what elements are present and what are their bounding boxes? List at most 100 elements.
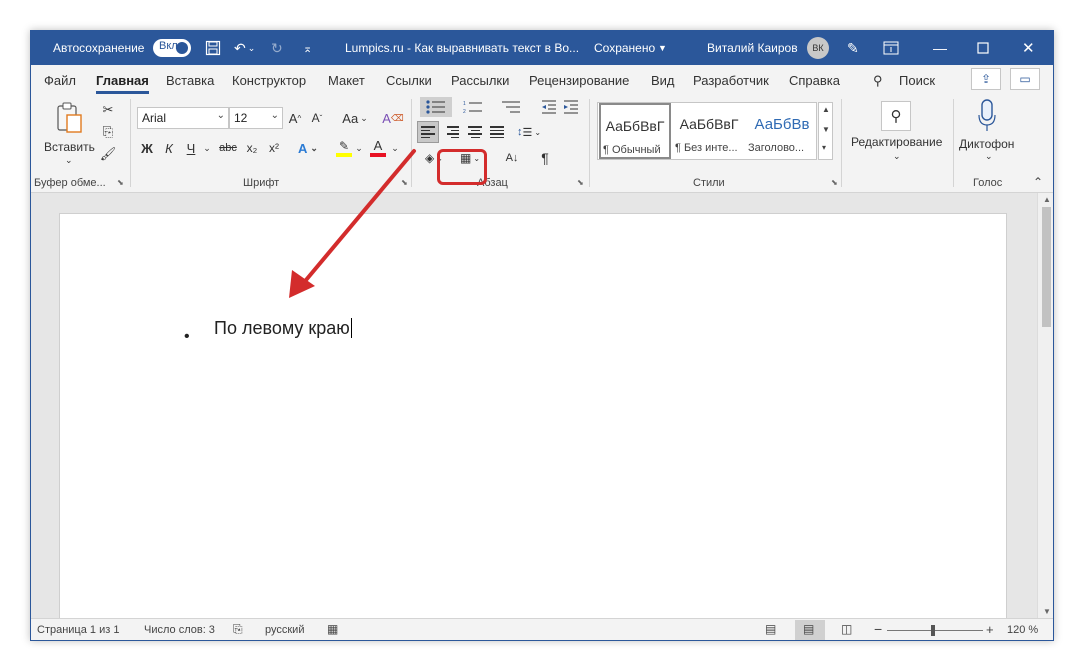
document-area[interactable]: • По левому краю — [31, 193, 1037, 618]
autosave-toggle[interactable]: Вкл. — [153, 31, 191, 65]
page-count[interactable]: Страница 1 из 1 — [37, 624, 119, 636]
share-button[interactable]: ⇪ — [971, 68, 1001, 90]
print-layout-icon[interactable]: ▤ — [803, 622, 814, 636]
vertical-scrollbar[interactable]: ▲ ▼ — [1037, 193, 1053, 618]
copy-icon[interactable]: ⎘ — [99, 123, 117, 141]
macro-icon[interactable]: ▦ — [327, 622, 338, 636]
document-title[interactable]: Lumpics.ru - Как выравнивать текст в Во.… — [345, 31, 579, 65]
gallery-more-icon[interactable]: ▾ — [822, 143, 826, 152]
close-icon[interactable]: ✕ — [1022, 31, 1035, 65]
underline-button[interactable]: Ч — [183, 137, 199, 159]
text-effects-icon[interactable]: A ⌄ — [293, 137, 323, 159]
decrease-indent-icon[interactable] — [539, 97, 559, 117]
zoom-slider[interactable] — [887, 630, 983, 631]
zoom-out-icon[interactable]: − — [874, 621, 882, 637]
paragraph-dialog-launcher-icon[interactable]: ⬊ — [577, 178, 584, 187]
change-case-button[interactable]: Аа ⌄ — [337, 107, 373, 129]
show-formatting-marks-icon[interactable]: ¶ — [535, 147, 555, 169]
tab-file[interactable]: Файл — [44, 73, 76, 88]
dictate-button[interactable]: Диктофон — [959, 137, 1014, 151]
style-heading[interactable]: АаБбВв Заголово... — [746, 103, 818, 159]
justify-button[interactable] — [487, 121, 507, 143]
language[interactable]: русский — [265, 624, 304, 636]
italic-button[interactable]: К — [161, 137, 177, 159]
word-count[interactable]: Число слов: 3 — [144, 624, 215, 636]
tab-review[interactable]: Рецензирование — [529, 73, 629, 88]
tab-design[interactable]: Конструктор — [232, 73, 306, 88]
editing-button[interactable]: Редактирование — [851, 135, 942, 149]
proofing-icon[interactable]: ⎘ — [233, 622, 243, 637]
tab-mailings[interactable]: Рассылки — [451, 73, 509, 88]
cut-icon[interactable]: ✂ — [99, 101, 117, 119]
clear-formatting-icon[interactable]: A ⌫ — [382, 107, 403, 129]
style-normal[interactable]: АаБбВвГ ¶ Обычный — [599, 103, 671, 159]
bullets-button[interactable] — [420, 97, 452, 117]
chevron-down-icon[interactable]: ⌄ — [389, 137, 401, 159]
styles-dialog-launcher-icon[interactable]: ⬊ — [831, 178, 838, 187]
chevron-down-icon[interactable]: ▼ — [658, 31, 667, 65]
scroll-down-icon[interactable]: ▼ — [1043, 607, 1051, 616]
font-name-select[interactable]: Arial ⌄ — [137, 107, 229, 129]
shrink-font-icon[interactable]: Aˇ — [309, 107, 325, 129]
line-spacing-button[interactable]: ↕ ☰ ⌄ — [513, 121, 545, 143]
read-mode-icon[interactable]: ▤ — [765, 622, 776, 636]
chevron-up-icon[interactable]: ▲ — [822, 105, 830, 114]
chevron-down-icon[interactable]: ⌄ — [893, 151, 901, 162]
web-layout-icon[interactable]: ◫ — [841, 622, 852, 636]
clipboard-dialog-launcher-icon[interactable]: ⬊ — [117, 178, 124, 187]
chevron-down-icon[interactable]: ⌄ — [201, 137, 213, 159]
subscript-button[interactable]: x₂ — [243, 137, 261, 159]
redo-icon[interactable]: ↻ — [271, 31, 283, 65]
microphone-icon[interactable] — [977, 99, 997, 136]
tab-help[interactable]: Справка — [789, 73, 840, 88]
chevron-down-icon[interactable]: ▼ — [822, 125, 830, 134]
increase-indent-icon[interactable] — [561, 97, 581, 117]
chevron-down-icon[interactable]: ⌄ — [985, 151, 993, 162]
styles-gallery-scroll[interactable]: ▲ ▼ ▾ — [818, 102, 833, 160]
pen-icon[interactable]: ✎ — [847, 31, 859, 65]
ribbon-display-icon[interactable] — [883, 31, 899, 65]
superscript-button[interactable]: x² — [265, 137, 283, 159]
tab-developer[interactable]: Разработчик — [693, 73, 769, 88]
search-icon[interactable]: ⚲ — [873, 73, 883, 89]
zoom-in-icon[interactable]: + — [986, 622, 994, 637]
font-dialog-launcher-icon[interactable]: ⬊ — [401, 178, 408, 187]
maximize-icon[interactable] — [977, 31, 989, 65]
document-paragraph[interactable]: По левому краю — [214, 318, 352, 339]
document-page[interactable]: • По левому краю — [59, 213, 1007, 618]
chevron-down-icon[interactable]: ⌄ — [65, 155, 73, 166]
strikethrough-button[interactable]: abc — [217, 137, 239, 159]
save-status[interactable]: Сохранено — [594, 31, 655, 65]
zoom-level[interactable]: 120 % — [1007, 624, 1038, 636]
scrollbar-thumb[interactable] — [1042, 207, 1051, 327]
paste-button[interactable]: Вставить — [44, 140, 95, 154]
search-icon[interactable]: ⚲ — [881, 101, 911, 131]
customize-icon[interactable]: ⌅ — [303, 31, 312, 65]
user-name[interactable]: Виталий Каиров — [707, 31, 798, 65]
minimize-icon[interactable]: — — [933, 31, 947, 65]
multilevel-list-button[interactable] — [495, 97, 527, 117]
avatar[interactable]: ВК — [807, 31, 829, 65]
grow-font-icon[interactable]: A ^ — [287, 107, 303, 129]
align-center-button[interactable] — [465, 121, 485, 143]
font-color-icon[interactable]: A — [367, 137, 389, 159]
font-size-select[interactable]: 12 ⌄ — [229, 107, 283, 129]
sort-icon[interactable]: A↓ — [501, 147, 523, 169]
scroll-up-icon[interactable]: ▲ — [1043, 195, 1051, 204]
save-icon[interactable] — [205, 31, 221, 65]
align-left-button[interactable] — [417, 121, 439, 143]
collapse-ribbon-icon[interactable]: ⌃ — [1033, 175, 1043, 189]
paste-icon[interactable] — [55, 101, 85, 138]
tab-layout[interactable]: Макет — [328, 73, 365, 88]
tab-home[interactable]: Главная — [96, 73, 149, 94]
style-no-spacing[interactable]: АаБбВвГ ¶ Без инте... — [673, 103, 745, 159]
numbering-button[interactable]: 12 — [457, 97, 489, 117]
chevron-down-icon[interactable]: ⌄ — [353, 137, 365, 159]
undo-icon[interactable]: ↶ ⌄ — [234, 31, 255, 65]
format-painter-icon[interactable]: 🖌 — [99, 145, 117, 163]
tab-view[interactable]: Вид — [651, 73, 675, 88]
bold-button[interactable]: Ж — [139, 137, 155, 159]
tab-insert[interactable]: Вставка — [166, 73, 214, 88]
zoom-slider-thumb[interactable] — [931, 625, 935, 636]
comments-button[interactable]: ▭ — [1010, 68, 1040, 90]
